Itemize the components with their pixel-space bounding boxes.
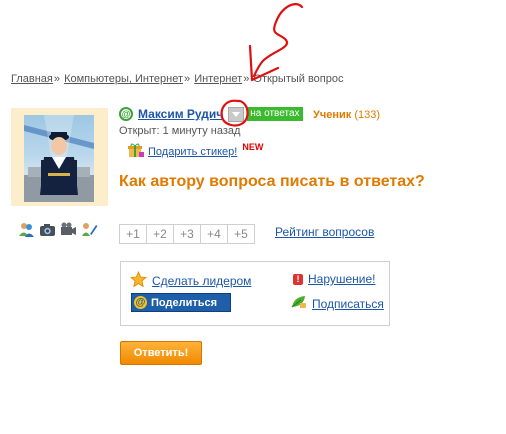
breadcrumb-link-computers[interactable]: Компьютеры, Интернет xyxy=(64,73,183,85)
star-icon xyxy=(130,271,147,291)
rate-plus-1-button[interactable]: +1 xyxy=(120,225,147,243)
author-rank: Ученик (133) xyxy=(313,109,380,121)
annotation-arrow xyxy=(252,3,304,78)
rating-link[interactable]: Рейтинг вопросов xyxy=(275,225,374,239)
breadcrumb-separator: » xyxy=(184,73,191,85)
violation-action: ! Нарушение! xyxy=(293,272,376,286)
opened-time: Открыт: 1 минуту назад xyxy=(119,125,241,137)
gift-icon xyxy=(128,143,144,161)
at-icon: @ xyxy=(119,107,133,121)
camera-icon[interactable] xyxy=(39,221,56,238)
status-badge: на ответах xyxy=(247,107,303,121)
rating-buttons: +1 +2 +3 +4 +5 xyxy=(119,224,255,244)
warning-icon: ! xyxy=(293,273,303,285)
make-leader-link[interactable]: Сделать лидером xyxy=(152,274,251,288)
breadcrumb-current: Открытый вопрос xyxy=(253,73,344,85)
breadcrumb-separator: » xyxy=(243,73,250,85)
author-avatar-card xyxy=(11,108,108,206)
subscribe-link[interactable]: Подписаться xyxy=(312,297,384,311)
make-leader-action: Сделать лидером xyxy=(130,271,251,291)
share-button[interactable]: @ Поделиться xyxy=(131,293,231,312)
gift-sticker-link[interactable]: Подарить стикер! xyxy=(148,146,237,158)
breadcrumb: Главная» Компьютеры, Интернет» Интернет»… xyxy=(11,73,344,85)
chevron-down-icon[interactable] xyxy=(228,106,245,122)
breadcrumb-separator: » xyxy=(53,73,60,85)
avatar-photo xyxy=(24,115,94,202)
rate-plus-2-button[interactable]: +2 xyxy=(147,225,174,243)
share-button-label: Поделиться xyxy=(151,296,218,309)
gift-sticker-row: Подарить стикер! NEW xyxy=(128,142,264,161)
avatar[interactable] xyxy=(24,115,94,202)
at-icon: @ xyxy=(134,296,147,309)
friends-icon[interactable] xyxy=(18,221,35,238)
new-badge: NEW xyxy=(242,142,264,152)
author-name-link[interactable]: Максим Рудич xyxy=(138,107,223,121)
violation-link[interactable]: Нарушение! xyxy=(308,272,376,286)
video-icon[interactable] xyxy=(60,221,77,238)
rank-name: Ученик xyxy=(313,109,352,121)
answer-button[interactable]: Ответить! xyxy=(120,341,202,365)
rank-points: (133) xyxy=(354,109,381,121)
breadcrumb-link-internet[interactable]: Интернет xyxy=(194,73,242,85)
subscribe-action: Подписаться xyxy=(291,295,384,312)
rate-plus-4-button[interactable]: +4 xyxy=(201,225,228,243)
author-line: @ Максим Рудич на ответах xyxy=(119,106,303,122)
rate-plus-5-button[interactable]: +5 xyxy=(228,225,254,243)
breadcrumb-link-home[interactable]: Главная xyxy=(11,73,53,85)
edit-icon[interactable] xyxy=(81,221,98,238)
subscribe-icon xyxy=(291,295,307,312)
question-title: Как автору вопроса писать в ответах? xyxy=(119,173,425,190)
question-actions-box: Сделать лидером ! Нарушение! @ Поделитьс… xyxy=(120,261,390,326)
profile-actions xyxy=(18,221,98,238)
rate-plus-3-button[interactable]: +3 xyxy=(174,225,201,243)
annotation-overlay xyxy=(220,3,304,127)
